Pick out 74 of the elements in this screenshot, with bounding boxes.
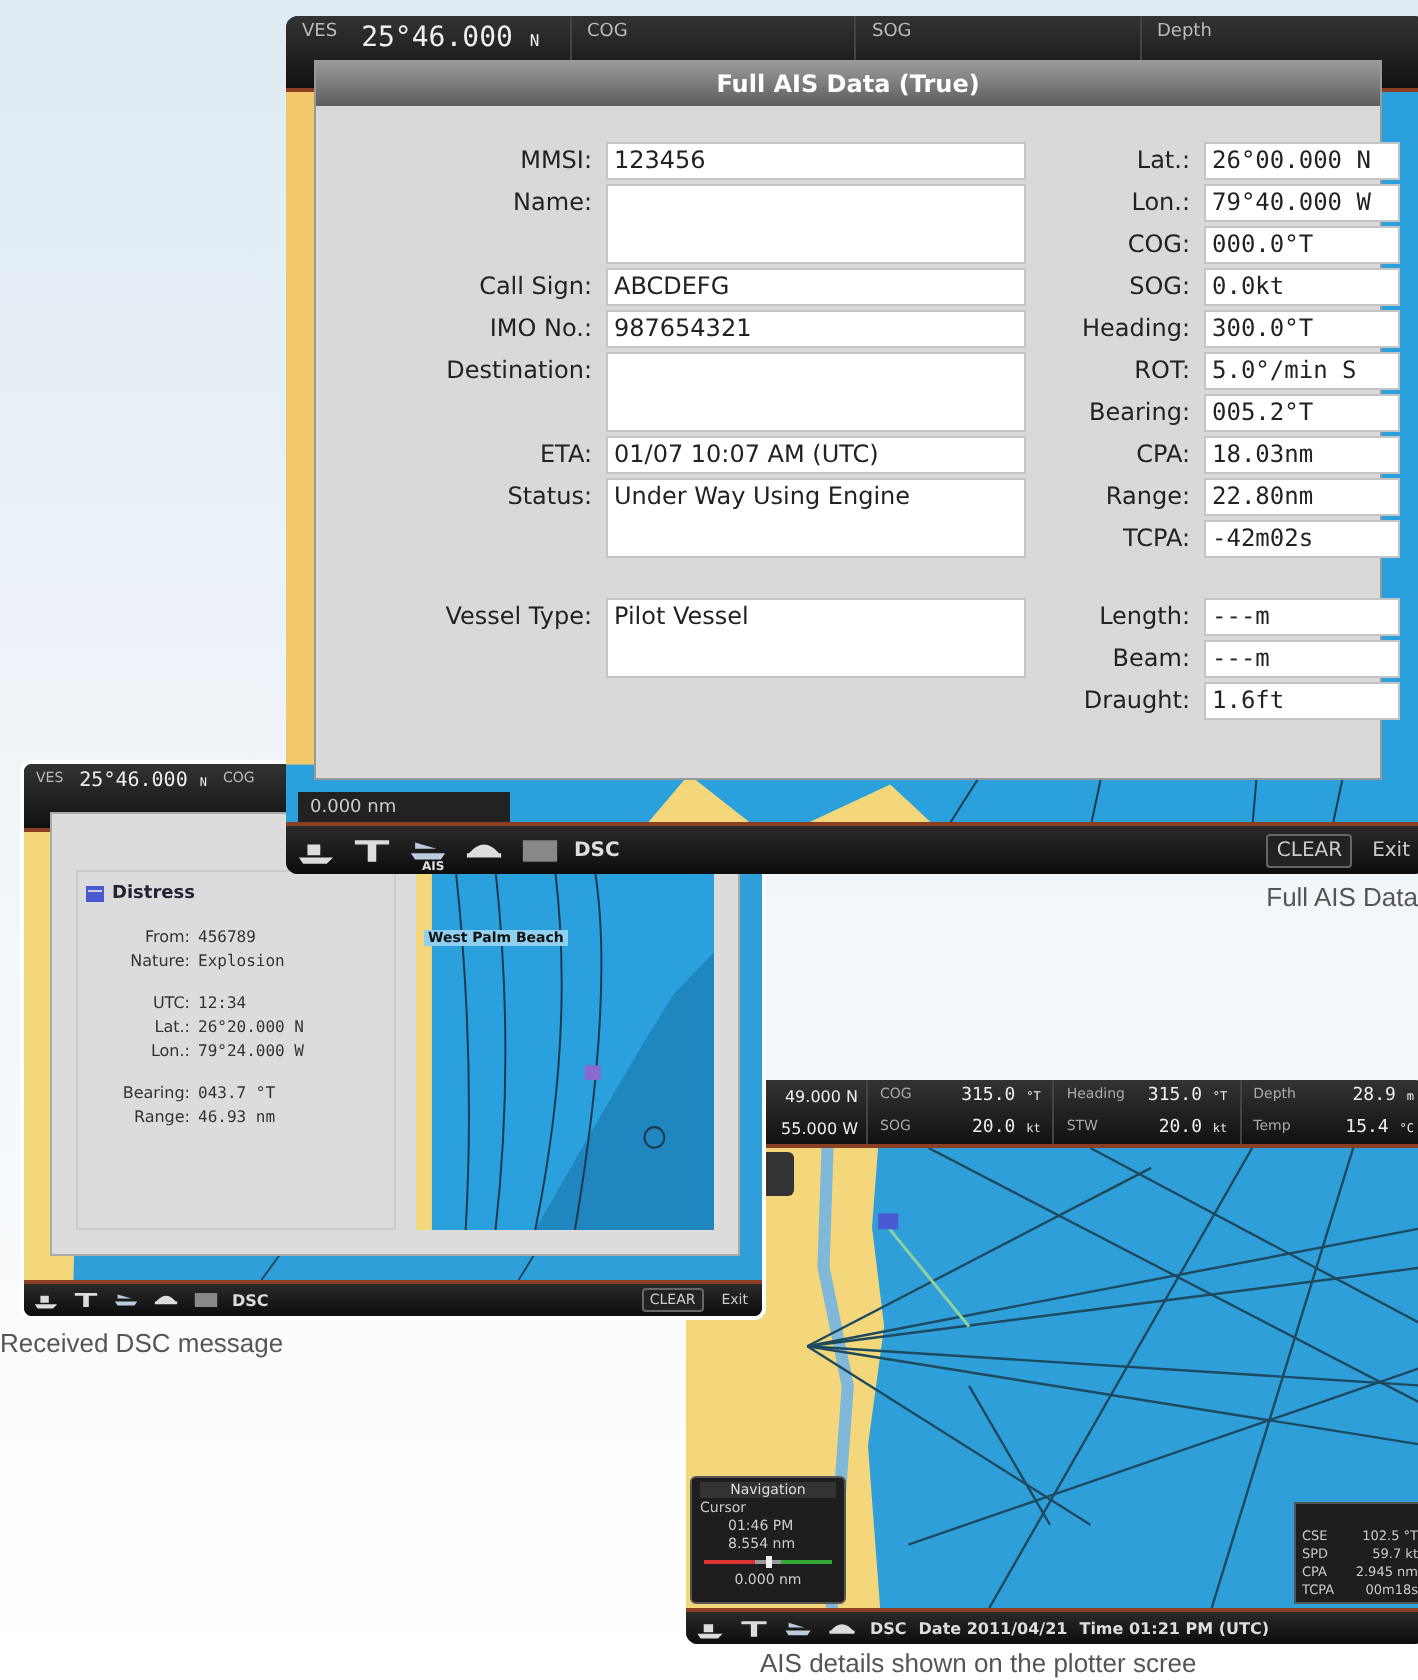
field-label: ETA: (537, 438, 592, 472)
date-readout: Date 2011/04/21 (918, 1619, 1068, 1637)
text-field[interactable]: 5.0°/min S (1204, 352, 1400, 390)
data-label: SOG (872, 22, 912, 42)
range-readout: 0.000 nm (298, 792, 510, 822)
field-value: 043.7 °T (198, 1084, 276, 1102)
field-label: Nature: (128, 952, 190, 970)
dsc-label[interactable]: DSC (232, 1291, 269, 1309)
field-label: Lat.: (1134, 144, 1190, 178)
text-field[interactable]: 987654321 (606, 310, 1026, 348)
field-value: 456789 (198, 928, 256, 946)
text-field[interactable]: ABCDEFG (606, 268, 1026, 306)
text-field[interactable]: 005.2°T (1204, 394, 1400, 432)
field-label: IMO No.: (487, 312, 592, 346)
field-label: Name: (511, 186, 592, 220)
dsc-label[interactable]: DSC (574, 839, 620, 861)
field-label: Destination: (444, 354, 592, 388)
dialog-title: Full AIS Data (True) (316, 62, 1380, 106)
position-value: 49.000 N (784, 1087, 858, 1105)
data-label: Depth (1157, 22, 1212, 42)
text-field[interactable]: 26°00.000 N (1204, 142, 1400, 180)
clear-button[interactable]: CLEAR (1266, 833, 1353, 867)
field-value: 26°20.000 N (198, 1018, 304, 1036)
position-value: 55.000 W (781, 1119, 858, 1137)
time-readout: Time 01:21 PM (UTC) (1079, 1619, 1269, 1637)
text-field[interactable]: 123456 (606, 142, 1026, 180)
field-label: SOG: (1127, 270, 1190, 304)
text-field[interactable]: 000.0°T (1204, 226, 1400, 264)
text-field[interactable]: ---m (1204, 598, 1400, 636)
field-label: Heading: (1080, 312, 1190, 346)
field-label: Lon.: (148, 1042, 190, 1060)
text-field[interactable]: 22.80nm (1204, 478, 1400, 516)
field-label: UTC: (150, 994, 190, 1012)
data-label: COG (587, 22, 628, 42)
field-label: From: (142, 928, 190, 946)
field-label: Length: (1097, 600, 1190, 634)
text-field[interactable]: Pilot Vessel (606, 598, 1026, 678)
field-value: 12:34 (198, 994, 247, 1012)
text-field[interactable]: -42m02s (1204, 520, 1400, 558)
exit-button[interactable]: Exit (1364, 835, 1418, 865)
text-field[interactable]: Under Way Using Engine (606, 478, 1026, 558)
message-title: Distress (112, 884, 195, 904)
field-label: Bearing: (120, 1084, 190, 1102)
field-label: Vessel Type: (443, 600, 592, 634)
dsc-label[interactable]: DSC (870, 1619, 907, 1637)
field-label: ROT: (1132, 354, 1190, 388)
field-label: Bearing: (1086, 396, 1190, 430)
text-field[interactable]: 300.0°T (1204, 310, 1400, 348)
text-field[interactable]: 18.03nm (1204, 436, 1400, 474)
field-label: Beam: (1110, 642, 1190, 676)
field-label: Range: (131, 1108, 190, 1126)
field-label: TCPA: (1120, 522, 1190, 556)
field-label: Lat.: (152, 1018, 190, 1036)
caption: AIS details shown on the plotter scree (760, 1648, 1197, 1678)
field-value: Explosion (198, 952, 285, 970)
field-label: Status: (505, 480, 592, 514)
text-field[interactable]: 01/07 10:07 AM (UTC) (606, 436, 1026, 474)
field-value: 46.93 nm (198, 1108, 276, 1126)
text-field[interactable]: 79°40.000 W (1204, 184, 1400, 222)
text-field[interactable]: 0.0kt (1204, 268, 1400, 306)
field-label: CPA: (1134, 438, 1190, 472)
caption: Received DSC message (0, 1328, 284, 1358)
field-label: Range: (1103, 480, 1190, 514)
text-field[interactable]: 1.6ft (1204, 682, 1400, 720)
data-label: VES (302, 22, 338, 42)
field-label: Draught: (1081, 684, 1190, 718)
field-label: Call Sign: (477, 270, 592, 304)
field-label: COG: (1125, 228, 1190, 262)
data-value: 25°46.000 N (361, 22, 540, 54)
field-label: MMSI: (518, 144, 592, 178)
field-value: 79°24.000 W (198, 1042, 304, 1060)
text-field[interactable]: ---m (1204, 640, 1400, 678)
caption: Full AIS Data (1266, 882, 1418, 912)
field-label: Lon.: (1129, 186, 1190, 220)
